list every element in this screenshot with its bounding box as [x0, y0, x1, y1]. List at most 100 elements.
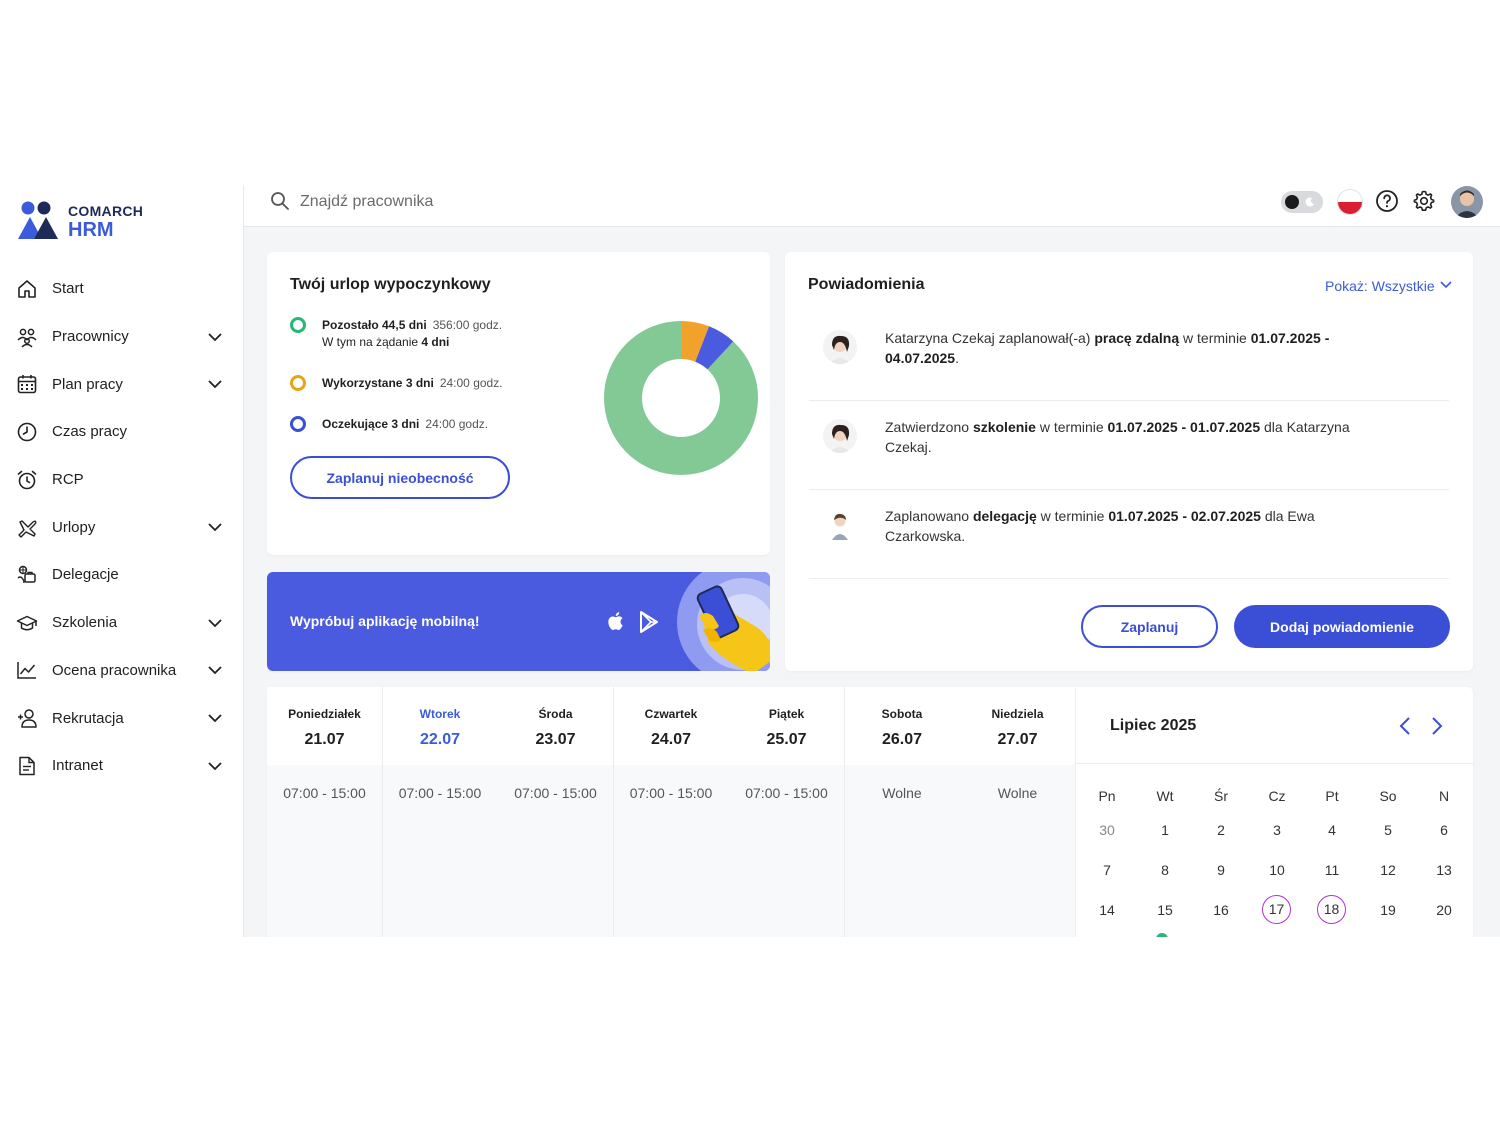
home-icon — [18, 280, 36, 298]
calendar-day[interactable]: 13 — [1429, 855, 1459, 885]
plan-absence-button[interactable]: Zaplanuj nieobecność — [290, 456, 510, 499]
avatar — [823, 330, 857, 364]
chevron-down-icon[interactable] — [206, 758, 224, 774]
chevron-down-icon[interactable] — [206, 662, 224, 678]
chevron-down-icon[interactable] — [206, 615, 224, 631]
calendar-day[interactable]: 6 — [1429, 815, 1459, 845]
google-play-icon[interactable] — [638, 610, 660, 634]
calendar-day[interactable]: 11 — [1317, 855, 1347, 885]
apple-icon[interactable] — [605, 609, 627, 633]
notification-item[interactable]: Zaplanowano delegację w terminie 01.07.2… — [809, 490, 1449, 579]
sidebar-item-ocena[interactable]: Ocena pracownika — [0, 647, 243, 695]
chevron-right-icon[interactable] — [1428, 715, 1446, 737]
notification-item[interactable]: Katarzyna Czekaj zaplanował(-a) pracę zd… — [809, 312, 1449, 401]
mobile-app-banner[interactable]: Wypróbuj aplikację mobilną! — [267, 572, 770, 671]
weekday-header: So — [1379, 788, 1397, 804]
day-column[interactable]: Piątek 25.07 07:00 - 15:00 — [729, 687, 845, 937]
sidebar-item-pracownicy[interactable]: Pracownicy — [0, 313, 243, 361]
notification-text-part: w terminie — [1036, 508, 1109, 524]
day-header: Poniedziałek 21.07 — [267, 687, 382, 765]
calendar-day[interactable]: 10 — [1262, 855, 1292, 885]
calendar-day[interactable]: 9 — [1206, 855, 1236, 885]
calendar-day[interactable]: 19 — [1373, 895, 1403, 925]
sidebar-item-czas-pracy[interactable]: Czas pracy — [0, 408, 243, 456]
day-column[interactable]: Wtorek 22.07 07:00 - 15:00 — [382, 687, 499, 937]
user-avatar[interactable] — [1451, 186, 1483, 218]
gear-icon[interactable] — [1412, 189, 1436, 213]
sidebar-nav: Start Pracownicy Plan pracy Czas pracy RCP Ur… — [0, 265, 243, 790]
sidebar-item-rekrutacja[interactable]: Rekrutacja — [0, 694, 243, 742]
theme-toggle[interactable] — [1281, 191, 1323, 213]
calendar-day[interactable]: 2 — [1206, 815, 1236, 845]
calendar-day[interactable]: 5 — [1373, 815, 1403, 845]
plan-button[interactable]: Zaplanuj — [1081, 605, 1218, 648]
calendar-day[interactable]: 30 — [1092, 815, 1122, 845]
calendar-day[interactable]: 14 — [1092, 895, 1122, 925]
calendar-grid-icon — [17, 375, 37, 394]
notification-text-part: Zaplanowano — [885, 508, 973, 524]
sidebar-item-start[interactable]: Start — [0, 265, 243, 313]
sidebar-item-intranet[interactable]: Intranet — [0, 742, 243, 790]
sidebar-item-delegacje[interactable]: Delegacje — [0, 551, 243, 599]
day-hours: 07:00 - 15:00 — [283, 785, 366, 801]
sidebar: COMARCH HRM Start Pracownicy Plan pracy Cza… — [0, 185, 244, 937]
sidebar-item-urlopy[interactable]: Urlopy — [0, 503, 243, 551]
notifications-filter-dropdown[interactable]: Pokaż: Wszystkie — [1325, 278, 1435, 294]
used-hours: 24:00 godz. — [439, 376, 503, 390]
chevron-down-icon[interactable] — [206, 376, 224, 392]
chevron-left-icon[interactable] — [1396, 715, 1414, 737]
calendar-day[interactable]: 16 — [1206, 895, 1236, 925]
document-icon — [19, 756, 35, 775]
mobile-app-banner-text: Wypróbuj aplikację mobilną! — [290, 613, 480, 629]
calendar-day[interactable]: 8 — [1150, 855, 1180, 885]
brand-name-top: COMARCH — [68, 203, 144, 219]
day-header: Środa 23.07 — [498, 687, 613, 765]
calendar-day[interactable]: 7 — [1092, 855, 1122, 885]
calendar-day[interactable]: 18 — [1317, 895, 1346, 924]
day-column[interactable]: Czwartek 24.07 07:00 - 15:00 — [613, 687, 730, 937]
notification-item[interactable]: Zatwierdzono szkolenie w terminie 01.07.… — [809, 401, 1449, 490]
day-date: 27.07 — [997, 731, 1038, 748]
day-name: Środa — [538, 707, 573, 721]
day-column[interactable]: Środa 23.07 07:00 - 15:00 — [498, 687, 614, 937]
calendar-day[interactable]: 15 — [1150, 895, 1180, 925]
weekday-header: Wt — [1156, 788, 1174, 804]
weekday-header: N — [1438, 788, 1450, 804]
day-body: 07:00 - 15:00 — [498, 765, 613, 937]
day-column[interactable]: Poniedziałek 21.07 07:00 - 15:00 — [267, 687, 383, 937]
notification-text-part: szkolenie — [972, 419, 1036, 435]
day-name: Wtorek — [419, 707, 461, 721]
calendar-day[interactable]: 1 — [1150, 815, 1180, 845]
help-icon[interactable] — [1375, 189, 1399, 213]
calendar-day[interactable]: 3 — [1262, 815, 1292, 845]
day-name: Piątek — [768, 707, 805, 721]
chevron-down-icon[interactable] — [206, 519, 224, 535]
moon-icon — [1305, 197, 1314, 207]
alarm-clock-icon — [17, 470, 37, 489]
chevron-down-icon[interactable] — [206, 329, 224, 345]
calendar-day[interactable]: 17 — [1262, 895, 1291, 924]
calendar-day[interactable]: 20 — [1429, 895, 1459, 925]
sidebar-item-plan-pracy[interactable]: Plan pracy — [0, 360, 243, 408]
day-hours: 07:00 - 15:00 — [629, 785, 713, 801]
day-date: 21.07 — [304, 731, 345, 748]
on-demand-value: 4 dni — [421, 335, 450, 349]
day-column[interactable]: Niedziela 27.07 Wolne — [960, 687, 1075, 937]
weekday-header: Śr — [1214, 788, 1228, 804]
sidebar-item-rcp[interactable]: RCP — [0, 456, 243, 504]
chevron-down-icon[interactable] — [1440, 280, 1452, 290]
sidebar-item-szkolenia[interactable]: Szkolenia — [0, 599, 243, 647]
day-column[interactable]: Sobota 26.07 Wolne — [844, 687, 961, 937]
brand-logo[interactable]: COMARCH HRM — [16, 199, 216, 243]
sidebar-item-label: Pracownicy — [52, 328, 129, 346]
brand-logo-icon — [18, 201, 58, 239]
chevron-down-icon[interactable] — [206, 710, 224, 726]
app: COMARCH HRM Start Pracownicy Plan pracy Cza… — [0, 185, 1500, 937]
day-hours: 07:00 - 15:00 — [514, 785, 597, 801]
calendar-day[interactable]: 4 — [1317, 815, 1347, 845]
language-flag-pl-icon[interactable] — [1338, 190, 1362, 214]
search-input[interactable] — [298, 188, 702, 216]
calendar-day[interactable]: 12 — [1373, 855, 1403, 885]
top-bar — [244, 185, 1500, 227]
add-notification-button[interactable]: Dodaj powiadomienie — [1234, 605, 1450, 648]
